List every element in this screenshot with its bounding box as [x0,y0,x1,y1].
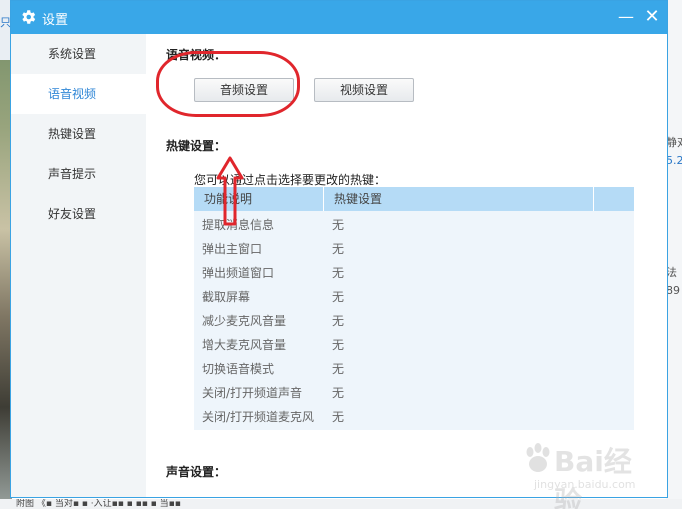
sidebar-item-sound-alerts[interactable]: 声音提示 [11,154,146,194]
table-row[interactable]: 弹出主窗口 无 [194,237,634,261]
hotkey-table-header: 功能说明 热键设置 [194,187,634,211]
close-button[interactable]: ✕ [641,7,663,27]
hotkey-cell: 无 [332,338,345,352]
function-cell: 关闭/打开频道麦克风 [202,410,315,424]
background-right-text-3: 法 [666,266,677,279]
annotation-up-arrow-icon [216,156,244,226]
hotkey-cell: 无 [332,386,345,400]
table-row[interactable]: 关闭/打开频道声音 无 [194,381,634,405]
function-cell: 截取屏幕 [202,290,251,304]
hotkey-cell: 无 [332,290,345,304]
column-header-hotkey: 热键设置 [324,187,594,211]
window-title: 设置 [42,13,69,28]
hotkey-cell: 无 [332,266,345,280]
function-cell: 减少麦克风音量 [202,314,287,328]
paw-icon [526,443,550,472]
sidebar-item-system[interactable]: 系统设置 [11,34,146,74]
minimize-button[interactable]: — [615,7,637,27]
hotkey-cell: 无 [332,314,345,328]
sidebar-item-hotkeys[interactable]: 热键设置 [11,114,146,154]
table-row[interactable]: 减少麦克风音量 无 [194,309,634,333]
table-row[interactable]: 截取屏幕 无 [194,285,634,309]
column-header-function: 功能说明 [194,187,324,211]
table-row[interactable]: 提取消息信息无 [194,213,634,237]
background-right-text-1: 静对 [666,136,682,149]
annotation-oval [156,51,300,117]
background-right-panel [666,0,682,509]
watermark-url: jingyan.baidu.com [534,478,636,491]
hotkey-cell: 无 [332,242,345,256]
settings-dialog: 设置 — ✕ 系统设置 语音视频 热键设置 声音提示 好友设置 语音视频： 音频… [10,0,668,498]
baidu-watermark: Bai经验 jingyan.baidu.com [524,438,654,509]
video-settings-button[interactable]: 视频设置 [314,78,414,102]
table-row[interactable]: 切换语音模式 无 [194,357,634,381]
hotkey-cell: 无 [332,362,345,376]
hotkey-cell: 无 [332,410,345,424]
hotkey-cell: 无 [332,218,345,232]
function-cell: 切换语音模式 [202,362,275,376]
column-header-empty [594,187,634,211]
title-bar[interactable]: 设置 — ✕ [11,1,667,34]
function-cell: 关闭/打开频道声音 [202,386,303,400]
gear-icon [22,10,36,24]
function-cell: 弹出主窗口 [202,242,263,256]
background-right-text-4: 89 [666,284,680,297]
sound-settings-title: 声音设置： [166,465,227,479]
hotkeys-title: 热键设置： [166,139,227,153]
table-row[interactable]: 关闭/打开频道麦克风 无 [194,405,634,429]
background-right-text-2: 5.25 [666,154,682,167]
watermark-text: Bai经验 [554,445,632,509]
function-cell: 增大麦克风音量 [202,338,287,352]
function-cell: 弹出频道窗口 [202,266,275,280]
settings-sidebar: 系统设置 语音视频 热键设置 声音提示 好友设置 [11,34,146,497]
sidebar-item-friends[interactable]: 好友设置 [11,194,146,234]
sidebar-item-voice-video[interactable]: 语音视频 [11,74,146,114]
hotkey-table: 功能说明 热键设置 提取消息信息无 弹出主窗口无 弹出频道窗口无 截取屏幕无 减… [194,187,634,430]
table-row[interactable]: 弹出频道窗口 无 [194,261,634,285]
table-row[interactable]: 增大麦克风音量 无 [194,333,634,357]
